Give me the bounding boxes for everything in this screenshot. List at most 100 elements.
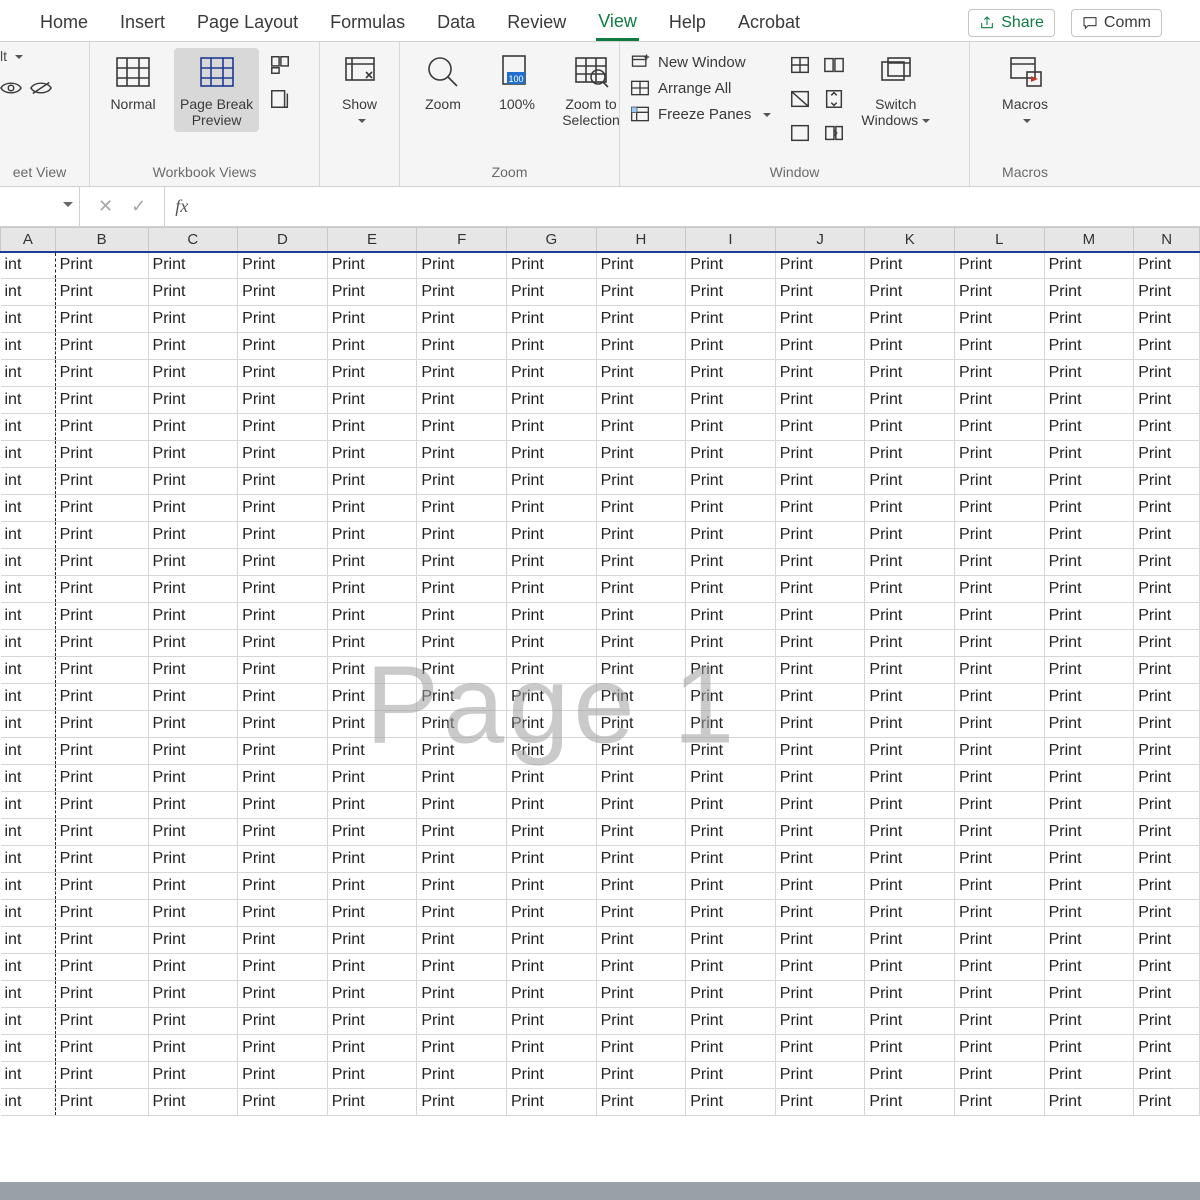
cell[interactable]: int	[1, 279, 56, 306]
cell[interactable]: Print	[1044, 630, 1134, 657]
cell[interactable]: Print	[775, 765, 865, 792]
cell[interactable]: Print	[238, 873, 328, 900]
cell[interactable]: Print	[506, 279, 596, 306]
cell[interactable]: Print	[1044, 414, 1134, 441]
cell[interactable]: Print	[238, 657, 328, 684]
cell[interactable]: int	[1, 252, 56, 279]
spreadsheet-grid[interactable]: ABCDEFGHIJKLMNintPrintPrintPrintPrintPri…	[0, 227, 1200, 1182]
cell[interactable]: Print	[417, 252, 507, 279]
cell[interactable]: Print	[148, 468, 238, 495]
cell[interactable]: Print	[148, 1035, 238, 1062]
cell[interactable]: Print	[865, 522, 955, 549]
cell[interactable]: Print	[506, 954, 596, 981]
cell[interactable]: Print	[238, 711, 328, 738]
column-header[interactable]: C	[148, 228, 238, 252]
cell[interactable]: Print	[596, 981, 686, 1008]
view-side-by-side-button[interactable]	[821, 52, 847, 78]
cell[interactable]: Print	[955, 711, 1045, 738]
cell[interactable]: Print	[55, 360, 148, 387]
cell[interactable]: Print	[327, 279, 417, 306]
cell[interactable]: Print	[1134, 981, 1200, 1008]
page-layout-button[interactable]	[267, 52, 293, 78]
switch-windows-dropdown[interactable]: Switch Windows	[855, 48, 936, 132]
cell[interactable]: Print	[686, 981, 776, 1008]
cell[interactable]: Print	[1044, 576, 1134, 603]
cell[interactable]: Print	[327, 819, 417, 846]
cell[interactable]: Print	[238, 279, 328, 306]
cell[interactable]: Print	[775, 630, 865, 657]
cell[interactable]: Print	[1134, 657, 1200, 684]
formula-cancel-button[interactable]: ✕	[98, 196, 113, 217]
cell[interactable]: Print	[686, 279, 776, 306]
cell[interactable]: Print	[327, 1035, 417, 1062]
freeze-panes-dropdown[interactable]: Freeze Panes	[630, 104, 771, 124]
share-button[interactable]: Share	[968, 9, 1055, 37]
cell[interactable]: Print	[775, 522, 865, 549]
cell[interactable]: Print	[238, 387, 328, 414]
normal-view-button[interactable]: Normal	[100, 48, 166, 116]
cell[interactable]: Print	[506, 603, 596, 630]
cell[interactable]: Print	[1044, 252, 1134, 279]
cell[interactable]: Print	[596, 603, 686, 630]
column-header[interactable]: F	[417, 228, 507, 252]
cell[interactable]: Print	[955, 1035, 1045, 1062]
cell[interactable]: Print	[686, 306, 776, 333]
cell[interactable]: Print	[686, 846, 776, 873]
cell[interactable]: int	[1, 873, 56, 900]
cell[interactable]: Print	[865, 819, 955, 846]
cell[interactable]: Print	[417, 1062, 507, 1089]
cell[interactable]: Print	[417, 927, 507, 954]
cell[interactable]: Print	[238, 927, 328, 954]
cell[interactable]: Print	[1134, 684, 1200, 711]
cell[interactable]: int	[1, 792, 56, 819]
cell[interactable]: Print	[596, 468, 686, 495]
cell[interactable]: Print	[775, 819, 865, 846]
cell[interactable]: Print	[55, 414, 148, 441]
cell[interactable]: Print	[1134, 738, 1200, 765]
cell[interactable]: Print	[865, 1008, 955, 1035]
cell[interactable]: Print	[148, 333, 238, 360]
cell[interactable]: Print	[238, 549, 328, 576]
cell[interactable]: Print	[55, 603, 148, 630]
cell[interactable]: int	[1, 954, 56, 981]
cell[interactable]: Print	[417, 279, 507, 306]
cell[interactable]: Print	[775, 387, 865, 414]
cell[interactable]: Print	[955, 576, 1045, 603]
cell[interactable]: Print	[775, 252, 865, 279]
cell[interactable]: Print	[596, 873, 686, 900]
cell[interactable]: Print	[55, 900, 148, 927]
cell[interactable]: Print	[686, 468, 776, 495]
cell[interactable]: Print	[596, 819, 686, 846]
cell[interactable]: Print	[327, 333, 417, 360]
cell[interactable]: Print	[327, 981, 417, 1008]
zoom-100-button[interactable]: 100 100%	[484, 48, 550, 116]
cell[interactable]: Print	[865, 603, 955, 630]
cell[interactable]: Print	[148, 927, 238, 954]
cell[interactable]: Print	[775, 360, 865, 387]
cell[interactable]: Print	[238, 765, 328, 792]
cell[interactable]: Print	[417, 387, 507, 414]
cell[interactable]: Print	[238, 1008, 328, 1035]
cell[interactable]: Print	[148, 414, 238, 441]
cell[interactable]: Print	[148, 1062, 238, 1089]
cell[interactable]: Print	[238, 792, 328, 819]
cell[interactable]: Print	[417, 495, 507, 522]
cell[interactable]: Print	[775, 603, 865, 630]
cell[interactable]: Print	[1134, 495, 1200, 522]
cell[interactable]: Print	[955, 360, 1045, 387]
cell[interactable]: Print	[596, 657, 686, 684]
cell[interactable]: Print	[506, 414, 596, 441]
cell[interactable]: Print	[686, 819, 776, 846]
cell[interactable]: Print	[148, 873, 238, 900]
cell[interactable]: Print	[1044, 603, 1134, 630]
column-header[interactable]: B	[55, 228, 148, 252]
cell[interactable]: Print	[148, 549, 238, 576]
tab-page-layout[interactable]: Page Layout	[195, 6, 300, 41]
cell[interactable]: int	[1, 522, 56, 549]
cell[interactable]: Print	[327, 441, 417, 468]
cell[interactable]: Print	[417, 522, 507, 549]
cell[interactable]: Print	[686, 414, 776, 441]
cell[interactable]: Print	[596, 252, 686, 279]
cell[interactable]: Print	[148, 819, 238, 846]
cell[interactable]: Print	[148, 360, 238, 387]
